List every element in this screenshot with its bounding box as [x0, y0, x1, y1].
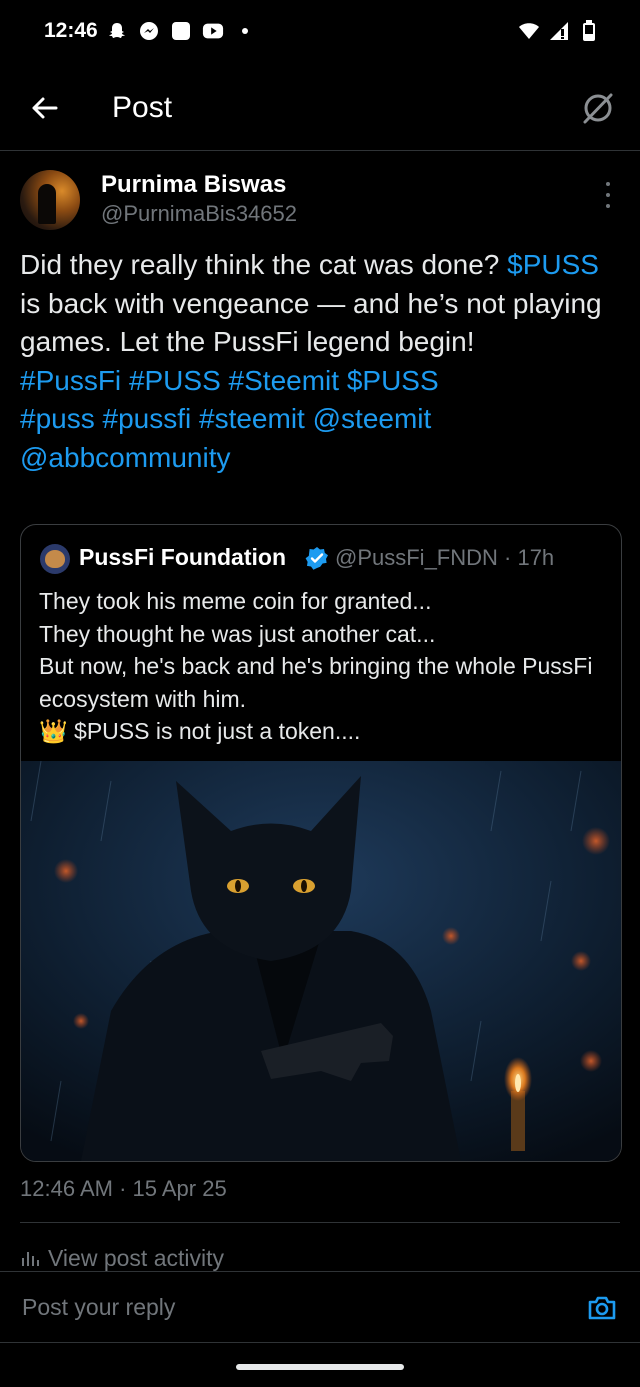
youtube-icon: [202, 20, 224, 42]
hashtag-link[interactable]: #PussFi: [20, 365, 121, 396]
post-timestamp: 12:46 AM · 15 Apr 25: [20, 1176, 227, 1201]
reply-bar: [0, 1271, 640, 1343]
author-name[interactable]: Purnima Biswas: [101, 171, 286, 199]
post-text-part: is back with vengeance — and he’s not pl…: [20, 287, 602, 358]
system-icons: [518, 20, 600, 42]
signal-icon: [548, 20, 570, 42]
wifi-icon: [518, 20, 540, 42]
status-time: 12:46: [44, 19, 98, 42]
hashtag-link[interactable]: #PUSS: [129, 365, 221, 396]
messenger-icon: [138, 20, 160, 42]
quote-media-image[interactable]: [21, 761, 621, 1161]
page-title: Post: [112, 91, 173, 124]
arrow-left-icon: [32, 97, 58, 119]
mention-link[interactable]: @abbcommunity: [20, 442, 231, 473]
home-indicator[interactable]: [236, 1364, 404, 1370]
activity-label: View post activity: [48, 1244, 224, 1271]
author-avatar[interactable]: [20, 170, 80, 230]
more-options-button[interactable]: [596, 182, 620, 208]
post-text-part: Did they really think the cat was done?: [20, 249, 508, 280]
reply-input[interactable]: [20, 1286, 544, 1328]
cashtag-link[interactable]: $PUSS: [347, 365, 439, 396]
quoted-post[interactable]: PussFi Foundation @PussFi_FNDN · 17h The…: [20, 524, 622, 1162]
verified-badge-icon: [305, 547, 328, 570]
hashtag-link[interactable]: #Steemit: [229, 365, 340, 396]
grok-button[interactable]: [578, 88, 618, 128]
quote-line: They thought he was just another cat...: [39, 620, 436, 647]
author-handle[interactable]: @PurnimaBis34652: [101, 201, 297, 227]
hashtag-link[interactable]: #steemit: [199, 403, 305, 434]
back-button[interactable]: [24, 88, 64, 128]
quote-handle-time: @PussFi_FNDN · 17h: [335, 545, 555, 570]
hashtag-link[interactable]: #pussfi: [103, 403, 192, 434]
quote-avatar: [40, 544, 70, 574]
camera-icon[interactable]: [586, 1292, 618, 1324]
status-bar: 12:46: [0, 0, 640, 64]
notification-icons: [106, 20, 256, 42]
crown-emoji: 👑: [39, 718, 68, 744]
quote-line: But now, he's back and he's bringing the…: [39, 653, 593, 712]
quote-author-name: PussFi Foundation: [79, 544, 286, 570]
quote-line: $PUSS is not just a token....: [74, 718, 361, 744]
dot-icon: [234, 20, 256, 42]
quote-text: They took his meme coin for granted... T…: [39, 585, 609, 748]
more-dots-icon: [606, 182, 610, 186]
grok-icon: [583, 93, 613, 124]
mention-link[interactable]: @steemit: [313, 403, 432, 434]
cashtag-link[interactable]: $PUSS: [507, 249, 599, 280]
battery-icon: [578, 20, 600, 42]
view-post-activity-link[interactable]: View post activity: [20, 1244, 224, 1272]
quote-line: They took his meme coin for granted...: [39, 588, 432, 614]
quote-line-4: 👑 $PUSS is not just a token....: [39, 715, 609, 748]
top-app-bar: Post: [0, 64, 640, 151]
post-text: Did they really think the cat was done? …: [20, 246, 620, 477]
analytics-icon: [22, 1252, 39, 1266]
divider: [20, 1222, 620, 1223]
snapchat-icon: [106, 20, 128, 42]
square-icon: [170, 20, 192, 42]
hashtag-link[interactable]: #puss: [20, 403, 95, 434]
